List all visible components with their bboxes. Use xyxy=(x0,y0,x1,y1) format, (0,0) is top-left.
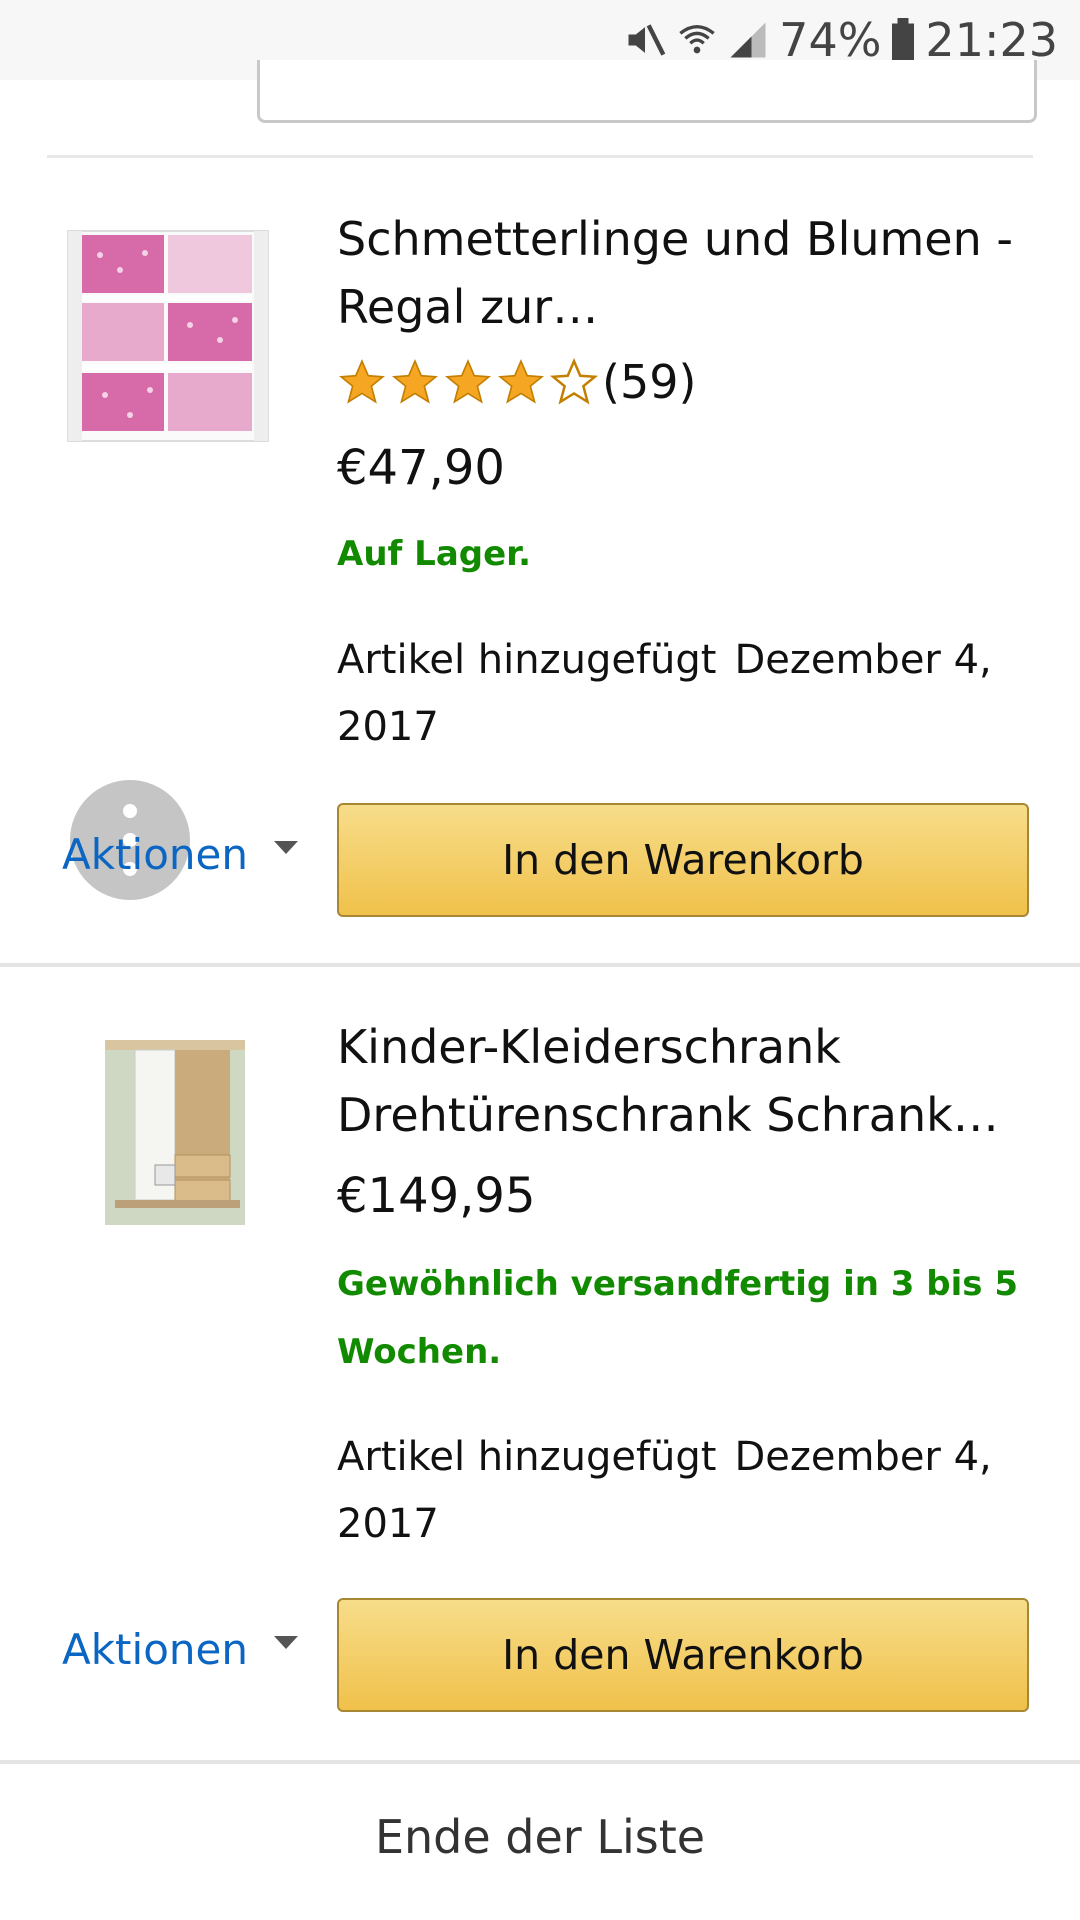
caret-down-icon xyxy=(273,1636,298,1649)
star-icon xyxy=(498,359,544,404)
actions-dropdown[interactable]: Aktionen xyxy=(62,830,298,879)
wifi-icon xyxy=(677,18,717,62)
rating[interactable]: (59) xyxy=(337,355,696,409)
actions-dropdown[interactable]: Aktionen xyxy=(62,1625,298,1674)
star-icon xyxy=(445,359,491,404)
product-title[interactable]: Kinder-Kleiderschrank Drehtürenschrank S… xyxy=(337,1013,1037,1149)
battery-percent: 74% xyxy=(779,13,882,67)
date-added-value: Dezember 4, xyxy=(734,1434,992,1480)
date-added-label: Artikel hinzugefügt xyxy=(337,637,717,683)
product-price: €149,95 xyxy=(337,1168,536,1224)
date-added-year: 2017 xyxy=(337,704,439,750)
star-icon xyxy=(392,359,438,404)
date-added: Artikel hinzugefügt Dezember 4, 2017 xyxy=(337,627,1037,761)
mute-icon xyxy=(623,18,667,62)
end-of-list: Ende der Liste xyxy=(374,1810,706,1864)
date-added-value: Dezember 4, xyxy=(734,637,992,683)
date-added: Artikel hinzugefügt Dezember 4, 2017 xyxy=(337,1424,1037,1558)
actions-label: Aktionen xyxy=(62,1625,248,1674)
battery-icon xyxy=(891,18,915,62)
product-price: €47,90 xyxy=(337,440,505,496)
star-icon xyxy=(339,359,385,404)
product-image-shelf[interactable] xyxy=(60,225,278,449)
add-to-cart-button[interactable]: In den Warenkorb xyxy=(337,1598,1029,1712)
star-empty-icon xyxy=(549,357,599,405)
divider xyxy=(0,963,1080,967)
actions-label: Aktionen xyxy=(62,830,248,879)
rating-count: (59) xyxy=(602,355,697,409)
clock: 21:23 xyxy=(925,13,1058,67)
product-title-line2: Drehtürenschrank Schrank… xyxy=(337,1088,999,1142)
add-to-cart-button[interactable]: In den Warenkorb xyxy=(337,803,1029,917)
product-title-line2: Regal zur… xyxy=(337,280,599,334)
date-added-year: 2017 xyxy=(337,1501,439,1547)
divider xyxy=(0,1760,1080,1764)
date-added-label: Artikel hinzugefügt xyxy=(337,1434,717,1480)
availability: Auf Lager. xyxy=(337,534,531,574)
product-title-line1: Schmetterlinge und Blumen - xyxy=(337,212,1013,266)
previous-item-box xyxy=(257,60,1037,123)
product-image-wardrobe[interactable] xyxy=(95,1025,255,1239)
divider xyxy=(47,155,1033,158)
availability: Gewöhnlich versandfertig in 3 bis 5 Woch… xyxy=(337,1264,1018,1372)
caret-down-icon xyxy=(273,841,298,854)
signal-icon xyxy=(727,18,769,62)
product-title[interactable]: Schmetterlinge und Blumen - Regal zur… xyxy=(337,205,1037,341)
product-title-line1: Kinder-Kleiderschrank xyxy=(337,1020,841,1074)
